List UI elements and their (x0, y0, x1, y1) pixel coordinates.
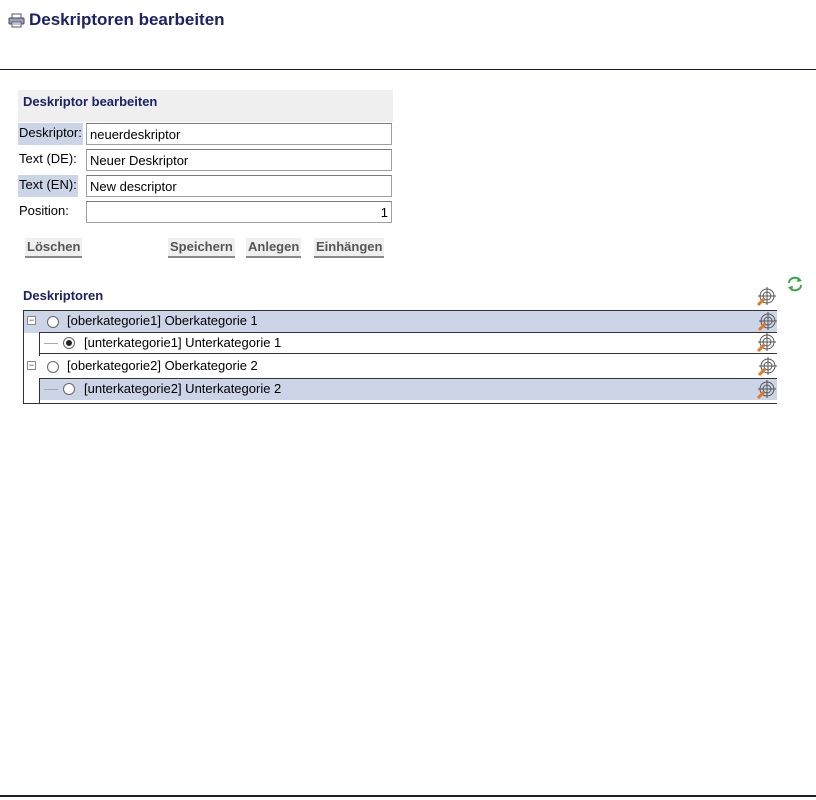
tree-node-unterkategorie1[interactable]: [unterkategorie1] Unterkategorie 1 (40, 332, 777, 354)
printer-icon[interactable] (8, 13, 25, 28)
tree-radio[interactable] (47, 361, 59, 373)
target-icon[interactable] (756, 333, 776, 353)
text-en-row: Text (EN): (18, 174, 393, 200)
descriptor-tree: − [oberkategorie1] Oberkategorie 1 [unte… (23, 310, 777, 404)
tree-radio[interactable] (63, 337, 75, 349)
descriptor-form: Deskriptor bearbeiten Deskriptor: Text (… (18, 90, 393, 226)
tree-heading: Deskriptoren (23, 288, 104, 303)
page-header: Deskriptoren bearbeiten (8, 9, 225, 31)
text-de-row: Text (DE): (18, 148, 393, 174)
page-title: Deskriptoren bearbeiten (29, 10, 225, 29)
text-de-input[interactable] (86, 149, 392, 171)
tree-node-label: [unterkategorie2] Unterkategorie 2 (84, 381, 282, 396)
create-button[interactable]: Anlegen (246, 238, 302, 258)
collapse-icon[interactable]: − (27, 361, 36, 370)
form-heading: Deskriptor bearbeiten (18, 90, 393, 122)
tree-radio[interactable] (47, 316, 59, 328)
target-icon[interactable] (756, 380, 776, 400)
tree-node-oberkategorie2[interactable]: − [oberkategorie2] Oberkategorie 2 (24, 356, 777, 378)
tree-node-label: [oberkategorie2] Oberkategorie 2 (67, 358, 258, 373)
tree-border-bottom (23, 403, 777, 404)
tree-node-oberkategorie1[interactable]: − [oberkategorie1] Oberkategorie 1 (24, 311, 777, 333)
refresh-icon[interactable] (786, 276, 804, 292)
text-en-label: Text (EN): (18, 175, 78, 197)
position-label: Position: (19, 203, 69, 218)
tree-node-label: [unterkategorie1] Unterkategorie 1 (84, 335, 282, 350)
delete-button[interactable]: Löschen (25, 238, 83, 258)
header-divider (0, 69, 816, 70)
target-icon[interactable] (756, 287, 776, 307)
descriptor-label: Deskriptor: (18, 123, 83, 145)
attach-button[interactable]: Einhängen (314, 238, 385, 258)
tree-branch-line (44, 389, 58, 390)
text-en-input[interactable] (86, 175, 392, 197)
descriptor-row: Deskriptor: (18, 122, 393, 148)
position-input[interactable] (86, 201, 392, 223)
tree-radio[interactable] (63, 383, 75, 395)
position-row: Position: (18, 200, 393, 226)
tree-branch-line (44, 343, 58, 344)
tree-node-unterkategorie2[interactable]: [unterkategorie2] Unterkategorie 2 (40, 378, 777, 400)
descriptor-input[interactable] (86, 123, 392, 145)
target-icon[interactable] (757, 312, 777, 332)
collapse-icon[interactable]: − (27, 316, 36, 325)
tree-node-label: [oberkategorie1] Oberkategorie 1 (67, 313, 258, 328)
text-de-label: Text (DE): (19, 151, 77, 166)
footer-divider (0, 795, 816, 797)
save-button[interactable]: Speichern (168, 238, 235, 258)
target-icon[interactable] (757, 357, 777, 377)
